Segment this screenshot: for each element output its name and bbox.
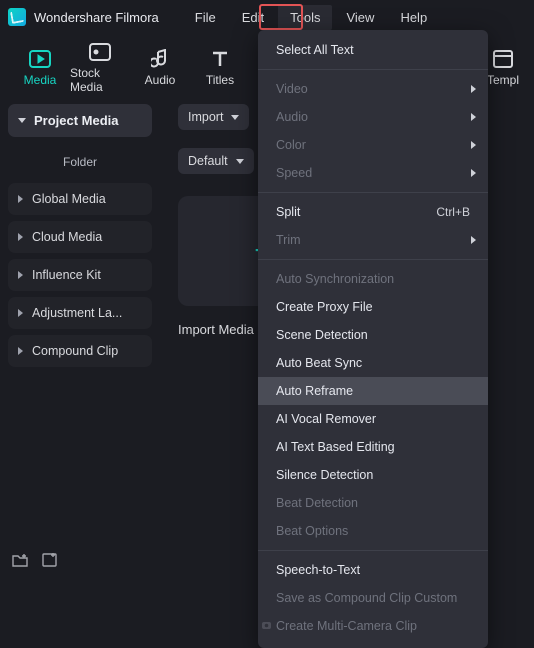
sidebar-item-label: Cloud Media [32,230,102,244]
sidebar-item-label: Influence Kit [32,268,101,282]
chevron-right-icon [471,113,476,121]
import-label: Import [188,110,223,124]
sidebar-item-influence-kit[interactable]: Influence Kit [8,259,152,291]
menu-item-video[interactable]: Video [258,75,488,103]
menu-item-beat-options[interactable]: Beat Options [258,517,488,545]
tab-stock-media[interactable]: Stock Media [70,35,130,94]
menu-item-color[interactable]: Color [258,131,488,159]
menu-item-scene-detection[interactable]: Scene Detection [258,321,488,349]
sidebar-item-compound-clip[interactable]: Compound Clip [8,335,152,367]
menu-view[interactable]: View [334,5,386,30]
tab-titles-label: Titles [206,73,234,87]
chevron-right-icon [471,141,476,149]
sidebar-sublabel: Folder [8,137,152,183]
menu-item-multicam[interactable]: Create Multi-Camera Clip [258,612,488,640]
menu-separator [258,259,488,260]
new-folder-icon[interactable] [12,553,28,572]
chevron-right-icon [18,347,23,355]
menu-separator [258,192,488,193]
sidebar: Project Media Folder Global Media Cloud … [0,96,160,547]
menu-item-split[interactable]: SplitCtrl+B [258,198,488,226]
menu-item-audio[interactable]: Audio [258,103,488,131]
sidebar-item-cloud-media[interactable]: Cloud Media [8,221,152,253]
tab-audio[interactable]: Audio [130,42,190,87]
sidebar-item-label: Compound Clip [32,344,118,358]
menu-item-ai-text-editing[interactable]: AI Text Based Editing [258,433,488,461]
caret-down-icon [231,115,239,120]
new-bin-icon[interactable] [42,553,57,572]
chevron-right-icon [18,271,23,279]
caret-down-icon [236,159,244,164]
sidebar-head-project-media[interactable]: Project Media [8,104,152,137]
menu-item-save-compound[interactable]: Save as Compound Clip Custom [258,584,488,612]
chevron-right-icon [18,195,23,203]
shortcut-label: Ctrl+B [436,205,470,219]
sidebar-item-global-media[interactable]: Global Media [8,183,152,215]
sort-default-dropdown[interactable]: Default [178,148,254,174]
chevron-right-icon [471,169,476,177]
tab-templates[interactable]: Templ [482,42,524,87]
menu-item-auto-sync[interactable]: Auto Synchronization [258,265,488,293]
tab-templates-label: Templ [487,73,519,87]
app-name: Wondershare Filmora [34,10,159,25]
menu-item-speed[interactable]: Speed [258,159,488,187]
menu-item-beat-detection[interactable]: Beat Detection [258,489,488,517]
titlebar: Wondershare Filmora File Edit Tools View… [0,0,534,34]
stock-media-icon [87,41,113,63]
chevron-right-icon [18,233,23,241]
audio-icon [147,48,173,70]
camera-icon [262,619,274,633]
tools-menu-popup: Select All Text Video Audio Color Speed … [258,30,488,648]
menu-tools[interactable]: Tools [278,5,332,30]
media-icon [27,48,53,70]
sidebar-head-label: Project Media [34,113,119,128]
menu-help[interactable]: Help [388,5,439,30]
menu-item-auto-beat-sync[interactable]: Auto Beat Sync [258,349,488,377]
chevron-right-icon [471,236,476,244]
menu-item-auto-reframe[interactable]: Auto Reframe [258,377,488,405]
chevron-right-icon [471,85,476,93]
menu-edit[interactable]: Edit [230,5,276,30]
tab-media-label: Media [24,73,57,87]
sidebar-item-adjustment-layer[interactable]: Adjustment La... [8,297,152,329]
menu-item-ai-vocal-remover[interactable]: AI Vocal Remover [258,405,488,433]
sidebar-tree: Global Media Cloud Media Influence Kit A… [8,183,152,367]
menu-separator [258,69,488,70]
tab-titles[interactable]: Titles [190,42,250,87]
tab-stock-label: Stock Media [70,66,130,94]
menu-item-speech-to-text[interactable]: Speech-to-Text [258,556,488,584]
menubar: File Edit Tools View Help [183,5,439,30]
menu-file[interactable]: File [183,5,228,30]
tab-media[interactable]: Media [10,42,70,87]
menu-item-silence-detection[interactable]: Silence Detection [258,461,488,489]
app-logo-icon [8,8,26,26]
menu-separator [258,550,488,551]
sidebar-item-label: Adjustment La... [32,306,122,320]
menu-item-select-all-text[interactable]: Select All Text [258,36,488,64]
chevron-right-icon [18,309,23,317]
import-dropdown[interactable]: Import [178,104,249,130]
tab-audio-label: Audio [145,73,176,87]
titles-icon [207,48,233,70]
menu-item-create-proxy[interactable]: Create Proxy File [258,293,488,321]
sort-label: Default [188,154,228,168]
menu-item-trim[interactable]: Trim [258,226,488,254]
templates-icon [490,48,516,70]
caret-down-icon [18,118,26,123]
sidebar-item-label: Global Media [32,192,106,206]
